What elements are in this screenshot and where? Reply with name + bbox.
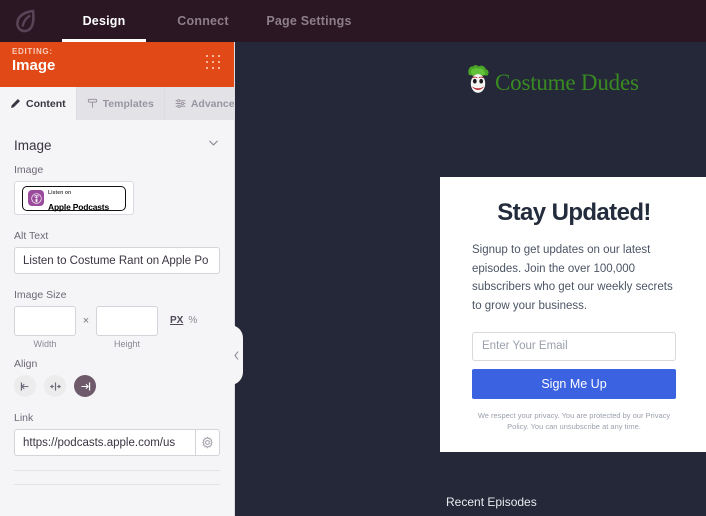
- leaf-logo-icon[interactable]: [0, 0, 52, 42]
- image-size-label: Image Size: [14, 289, 67, 301]
- link-input[interactable]: [14, 429, 196, 456]
- nav-tab-design[interactable]: Design: [62, 0, 146, 42]
- image-size-row: Width × Height PX %: [14, 306, 220, 349]
- site-logo[interactable]: Costume Dudes: [440, 42, 706, 101]
- tab-templates[interactable]: Templates: [76, 87, 165, 120]
- size-separator: ×: [82, 314, 90, 327]
- size-unit-toggle: PX %: [158, 315, 197, 340]
- joker-face-icon: [465, 64, 491, 101]
- image-section-header[interactable]: Image: [0, 120, 234, 164]
- nav-tab-connect-label: Connect: [177, 14, 229, 28]
- width-caption: Width: [33, 339, 57, 349]
- app-root: Design Connect Page Settings EDITING: Im…: [0, 0, 706, 516]
- nav-tab-connect[interactable]: Connect: [160, 0, 246, 42]
- sign-me-up-button[interactable]: Sign Me Up: [472, 368, 676, 399]
- alt-text-field-wrap: [14, 247, 220, 274]
- image-thumbnail[interactable]: Listen on Apple Podcasts: [14, 181, 134, 215]
- sliders-icon: [175, 98, 186, 109]
- nav-tab-page-settings[interactable]: Page Settings: [254, 0, 364, 42]
- editing-header: EDITING: Image: [0, 42, 234, 87]
- link-field-row: [14, 429, 220, 456]
- width-input[interactable]: [14, 306, 76, 336]
- editing-title: Image: [12, 57, 56, 74]
- image-field-label: Image: [14, 164, 44, 176]
- unit-percent-option[interactable]: %: [188, 315, 197, 326]
- height-input[interactable]: [96, 306, 158, 336]
- align-right-icon[interactable]: [74, 375, 96, 397]
- section-divider-2: [14, 484, 220, 485]
- drag-dots-icon[interactable]: [206, 55, 222, 71]
- height-caption: Height: [113, 339, 140, 349]
- email-input[interactable]: [472, 331, 676, 361]
- apple-podcasts-badge-text: Listen on Apple Podcasts: [48, 182, 109, 214]
- badge-line-1: Listen on: [48, 190, 72, 196]
- align-button-group: [14, 375, 220, 397]
- width-cell: Width: [14, 306, 76, 349]
- site-logo-text: Costume Dudes: [495, 69, 639, 95]
- signup-card-body: Signup to get updates on our latest epis…: [472, 244, 673, 312]
- nav-tab-design-label: Design: [82, 14, 126, 28]
- tab-templates-label: Templates: [102, 97, 154, 110]
- site-preview: Costume Dudes Stay Updated! Signup to ge…: [440, 42, 706, 516]
- gear-icon[interactable]: [195, 429, 220, 456]
- signup-card: Stay Updated! Signup to get updates on o…: [440, 177, 706, 452]
- nav-tab-page-settings-label: Page Settings: [266, 14, 352, 28]
- chevron-left-icon: [232, 350, 241, 361]
- apple-podcasts-badge: Listen on Apple Podcasts: [22, 185, 126, 211]
- align-label: Align: [14, 358, 38, 370]
- recent-episodes-heading: Recent Episodes: [446, 495, 537, 509]
- section-divider: [14, 470, 220, 471]
- pencil-icon: [10, 98, 21, 109]
- privacy-disclaimer: We respect your privacy. You are protect…: [477, 410, 671, 431]
- panel-tabs: Content Templates Advance: [0, 87, 234, 120]
- editor-sidebar: EDITING: Image Content Templates Advance…: [0, 42, 235, 516]
- unit-px-option[interactable]: PX: [170, 315, 183, 326]
- height-cell: Height: [96, 306, 158, 349]
- alt-text-input[interactable]: [14, 247, 220, 274]
- align-center-icon[interactable]: [44, 375, 66, 397]
- tab-content[interactable]: Content: [0, 87, 77, 120]
- editing-eyebrow-label: EDITING:: [12, 47, 53, 56]
- apple-podcasts-icon: [28, 190, 44, 206]
- tab-advanced-label: Advanced: [190, 97, 235, 110]
- tab-content-label: Content: [26, 97, 66, 110]
- top-navigation-bar: Design Connect Page Settings: [0, 0, 706, 42]
- image-section-title: Image: [14, 137, 52, 153]
- chevron-down-icon[interactable]: [207, 136, 220, 154]
- sidebar-collapse-handle[interactable]: [230, 325, 243, 385]
- stamp-icon: [87, 98, 98, 109]
- badge-line-2: Apple Podcasts: [48, 202, 109, 212]
- align-left-icon[interactable]: [14, 375, 36, 397]
- alt-text-label: Alt Text: [14, 230, 49, 242]
- signup-card-title: Stay Updated!: [497, 199, 651, 226]
- tab-advanced[interactable]: Advanced: [164, 87, 235, 120]
- link-label: Link: [14, 412, 34, 424]
- page-preview-canvas: Costume Dudes Stay Updated! Signup to ge…: [235, 42, 706, 516]
